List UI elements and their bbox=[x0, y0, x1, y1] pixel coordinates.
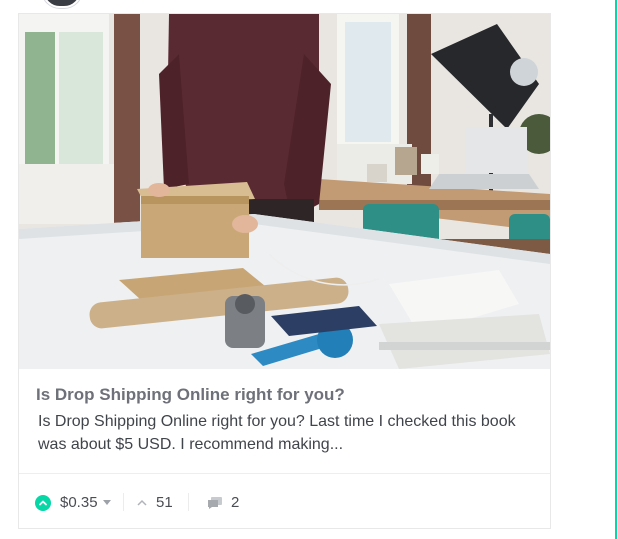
post-card[interactable]: Is Drop Shipping Online right for you? I… bbox=[18, 13, 551, 529]
post-title[interactable]: Is Drop Shipping Online right for you? bbox=[36, 385, 536, 405]
payout-value: $0.35 bbox=[60, 494, 98, 511]
votes-count: 51 bbox=[156, 494, 173, 511]
footer-separator bbox=[123, 493, 124, 511]
chevron-down-icon[interactable] bbox=[102, 500, 111, 505]
post-image[interactable] bbox=[19, 14, 550, 369]
post-excerpt[interactable]: Is Drop Shipping Online right for you? L… bbox=[38, 410, 534, 456]
right-accent-border bbox=[615, 0, 617, 539]
chevron-up-icon bbox=[137, 499, 147, 506]
comments-button[interactable]: 2 bbox=[207, 494, 239, 511]
post-image-illustration bbox=[19, 14, 550, 369]
post-footer: $0.35 51 2 bbox=[19, 474, 550, 529]
footer-separator bbox=[188, 493, 189, 511]
upvote-circle-icon[interactable] bbox=[35, 494, 51, 511]
author-avatar[interactable] bbox=[42, 0, 82, 8]
payout-button[interactable]: $0.35 bbox=[35, 494, 111, 511]
comments-icon bbox=[208, 496, 222, 509]
votes-button[interactable]: 51 bbox=[136, 494, 173, 511]
comments-count: 2 bbox=[231, 494, 240, 511]
